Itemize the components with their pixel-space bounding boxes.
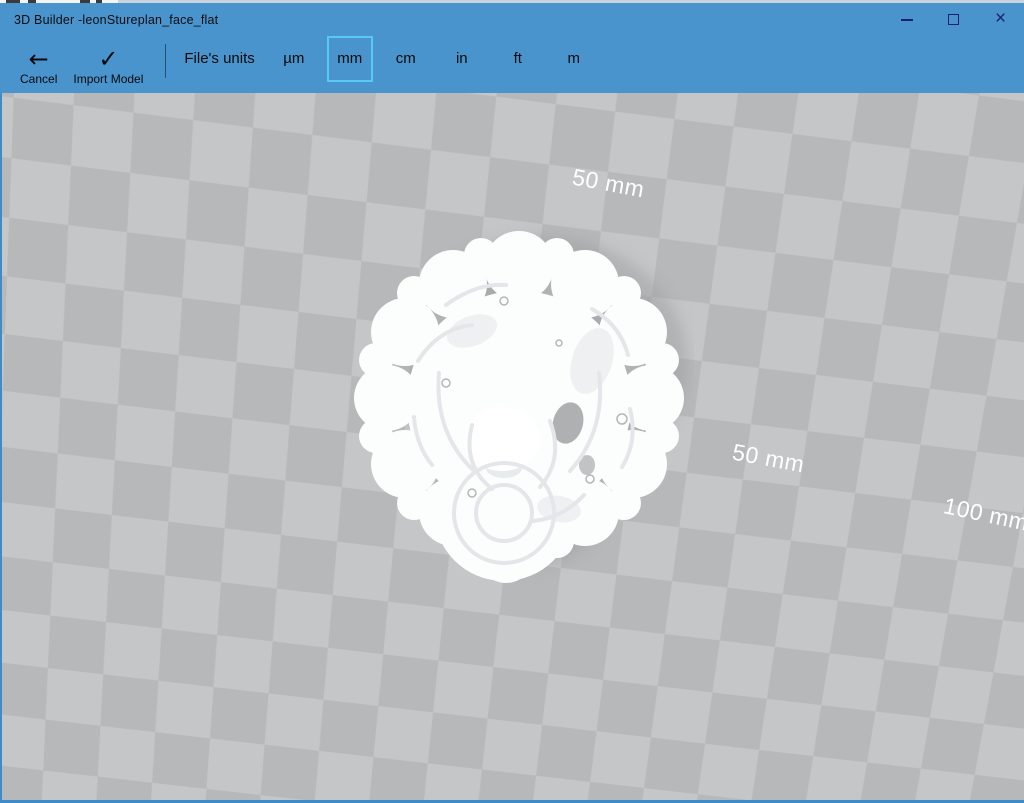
minimize-icon: [900, 18, 913, 21]
maximize-icon: [948, 14, 959, 25]
unit-option-mm[interactable]: mm: [326, 35, 373, 82]
unit-option-ft[interactable]: ft: [495, 36, 541, 82]
import-model-button[interactable]: ✓ Import Model: [65, 47, 151, 86]
caption-buttons: ×: [883, 3, 1024, 36]
window-titlebar[interactable]: 3D Builder -leonStureplan_face_flat ×: [0, 3, 1024, 36]
cancel-label: Cancel: [20, 72, 58, 86]
unit-option-um[interactable]: µm: [271, 36, 317, 82]
toolbar-separator: [165, 43, 167, 78]
lion-face-3d-model[interactable]: [354, 213, 694, 605]
import-model-label: Import Model: [73, 72, 144, 86]
close-button[interactable]: ×: [977, 3, 1024, 36]
back-arrow-icon: ←: [28, 45, 49, 73]
toolbar: ← Cancel ✓ Import Model File's units µm …: [0, 35, 1024, 93]
window-title: 3D Builder -leonStureplan_face_flat: [14, 12, 219, 27]
unit-option-m[interactable]: m: [551, 36, 597, 82]
close-icon: ×: [994, 8, 1007, 29]
cancel-button[interactable]: ← Cancel: [12, 47, 65, 86]
checkmark-icon: ✓: [98, 45, 119, 73]
maximize-button[interactable]: [930, 3, 977, 36]
lion-mane: [354, 231, 684, 583]
files-units-label: File's units: [184, 50, 255, 67]
unit-option-in[interactable]: in: [439, 36, 485, 82]
units-row: µm mm cm in ft m: [271, 35, 597, 82]
minimize-button[interactable]: [883, 3, 930, 36]
build-plate-viewport[interactable]: 50 mm 50 mm 100 mm: [0, 93, 1024, 800]
app-window: 3D Builder -leonStureplan_face_flat × ← …: [0, 0, 1024, 803]
unit-option-cm[interactable]: cm: [383, 36, 429, 82]
